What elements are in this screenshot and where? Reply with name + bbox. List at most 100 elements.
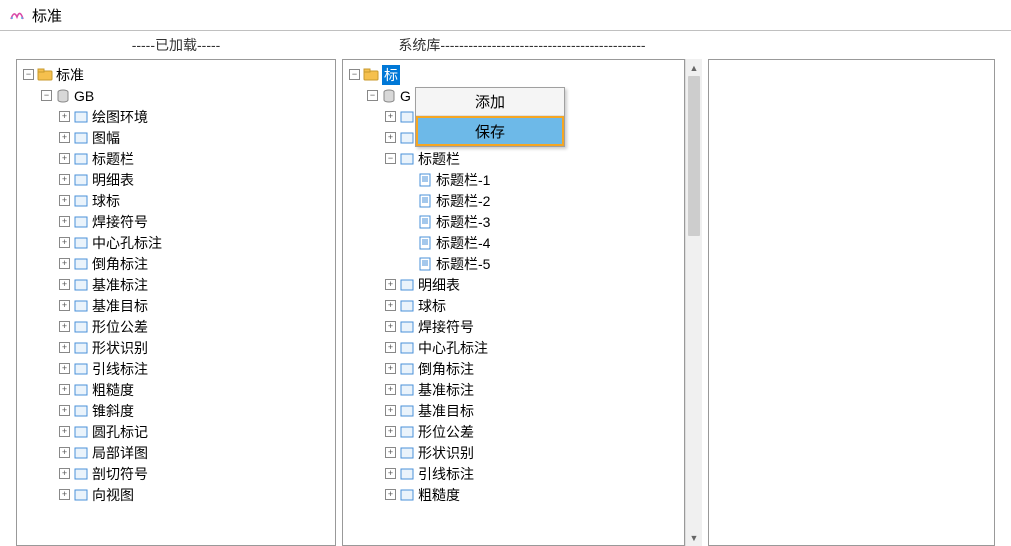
tree-item[interactable]: +圆孔标记	[21, 421, 335, 442]
expand-icon[interactable]: +	[385, 300, 396, 311]
expand-icon[interactable]: +	[385, 468, 396, 479]
expand-icon[interactable]: +	[385, 426, 396, 437]
tree-item[interactable]: +形状识别	[21, 337, 335, 358]
expand-icon[interactable]: +	[385, 111, 396, 122]
tree-item[interactable]: +球标	[347, 295, 684, 316]
collapse-icon[interactable]: −	[41, 90, 52, 101]
expand-icon[interactable]: +	[59, 132, 70, 143]
tree-leaf[interactable]: 标题栏-4	[347, 232, 684, 253]
tree-item[interactable]: +向视图	[21, 484, 335, 505]
expand-icon[interactable]: +	[385, 363, 396, 374]
tree-item[interactable]: +形位公差	[347, 421, 684, 442]
tree-gb-row[interactable]: − GB	[21, 85, 335, 106]
tree-item[interactable]: +中心孔标注	[21, 232, 335, 253]
tree-label: 焊接符号	[92, 212, 148, 232]
collapse-icon[interactable]: −	[23, 69, 34, 80]
expand-icon[interactable]: +	[385, 447, 396, 458]
expand-icon[interactable]: +	[385, 342, 396, 353]
tree-label: 标题栏-3	[436, 212, 490, 232]
loaded-tree[interactable]: − 标准 − GB +绘图环境+图幅+标题栏+明细表+球标+焊接符号+中心孔标	[17, 60, 335, 509]
expand-icon[interactable]: +	[385, 321, 396, 332]
tree-item[interactable]: +倒角标注	[347, 358, 684, 379]
expand-icon[interactable]: +	[59, 489, 70, 500]
collapse-icon[interactable]: −	[385, 153, 396, 164]
tree-item-titleblock[interactable]: − 标题栏	[347, 148, 684, 169]
tree-item[interactable]: +标题栏	[21, 148, 335, 169]
tree-item[interactable]: +绘图环境	[21, 106, 335, 127]
expand-icon[interactable]: +	[59, 384, 70, 395]
tree-item[interactable]: +基准标注	[21, 274, 335, 295]
tree-label: 引线标注	[92, 359, 148, 379]
tree-item[interactable]: +局部详图	[21, 442, 335, 463]
preview-body	[708, 59, 995, 546]
tree-label: 基准目标	[92, 296, 148, 316]
scroll-thumb[interactable]	[688, 76, 700, 236]
expand-icon[interactable]: +	[59, 237, 70, 248]
tree-item[interactable]: +形位公差	[21, 316, 335, 337]
tree-item[interactable]: +图幅	[21, 127, 335, 148]
tree-item[interactable]: +中心孔标注	[347, 337, 684, 358]
tree-item[interactable]: + 引线标注	[21, 358, 335, 379]
expand-icon[interactable]: +	[59, 342, 70, 353]
tree-item[interactable]: +基准标注	[347, 379, 684, 400]
tree-label: 剖切符号	[92, 464, 148, 484]
tree-root-row[interactable]: − 标准	[21, 64, 335, 85]
item-icon	[399, 340, 415, 356]
expand-icon[interactable]: +	[59, 279, 70, 290]
window-title: 标准	[32, 5, 62, 26]
tree-item[interactable]: + 焊接符号	[21, 211, 335, 232]
item-icon	[73, 193, 89, 209]
tree-root-row[interactable]: − 标	[347, 64, 684, 85]
expand-icon[interactable]: +	[385, 405, 396, 416]
expand-icon[interactable]: +	[59, 258, 70, 269]
expand-icon[interactable]: +	[385, 384, 396, 395]
expand-icon[interactable]: +	[59, 426, 70, 437]
tree-item[interactable]: +锥斜度	[21, 400, 335, 421]
expand-icon[interactable]: +	[385, 279, 396, 290]
tree-item[interactable]: +粗糙度	[21, 379, 335, 400]
expand-icon[interactable]: +	[59, 447, 70, 458]
tree-item[interactable]: +粗糙度	[347, 484, 684, 505]
tree-item[interactable]: + 基准目标	[21, 295, 335, 316]
vertical-scrollbar[interactable]: ▲ ▼	[685, 59, 702, 546]
scroll-up-icon[interactable]: ▲	[686, 59, 702, 76]
tree-item[interactable]: +球标	[21, 190, 335, 211]
tree-item[interactable]: +倒角标注	[21, 253, 335, 274]
tree-leaf[interactable]: 标题栏-1	[347, 169, 684, 190]
menu-item-add[interactable]: 添加	[416, 88, 564, 116]
tree-item[interactable]: + 引线标注	[347, 463, 684, 484]
tree-item[interactable]: + 剖切符号	[21, 463, 335, 484]
tree-leaf[interactable]: 标题栏-5	[347, 253, 684, 274]
expand-icon[interactable]: +	[59, 405, 70, 416]
expand-icon[interactable]: +	[385, 489, 396, 500]
doc-icon	[417, 193, 433, 209]
tree-leaf[interactable]: 标题栏-3	[347, 211, 684, 232]
tree-item[interactable]: +明细表	[21, 169, 335, 190]
tree-item[interactable]: +形状识别	[347, 442, 684, 463]
scroll-down-icon[interactable]: ▼	[686, 529, 702, 546]
folder-icon	[363, 67, 379, 83]
menu-item-save[interactable]: 保存	[416, 116, 564, 146]
expand-icon[interactable]: +	[59, 300, 70, 311]
loaded-panel-header: -----已加载-----	[16, 31, 336, 59]
expand-icon[interactable]: +	[59, 321, 70, 332]
expand-icon[interactable]: +	[59, 363, 70, 374]
tree-item[interactable]: +基准目标	[347, 400, 684, 421]
tree-label: 引线标注	[418, 464, 474, 484]
expand-icon[interactable]: +	[385, 132, 396, 143]
expand-icon[interactable]: +	[59, 111, 70, 122]
item-icon	[399, 109, 415, 125]
window-title-bar: 标准	[0, 0, 1011, 30]
tree-leaf[interactable]: 标题栏-2	[347, 190, 684, 211]
expand-icon[interactable]: +	[59, 174, 70, 185]
tree-item[interactable]: +明细表	[347, 274, 684, 295]
tree-item[interactable]: +焊接符号	[347, 316, 684, 337]
expand-icon[interactable]: +	[59, 216, 70, 227]
expand-icon[interactable]: +	[59, 195, 70, 206]
collapse-icon[interactable]: −	[367, 90, 378, 101]
tree-label: G	[400, 88, 411, 104]
expand-icon[interactable]: +	[59, 468, 70, 479]
collapse-icon[interactable]: −	[349, 69, 360, 80]
tree-label-selected: 标	[382, 65, 400, 85]
expand-icon[interactable]: +	[59, 153, 70, 164]
